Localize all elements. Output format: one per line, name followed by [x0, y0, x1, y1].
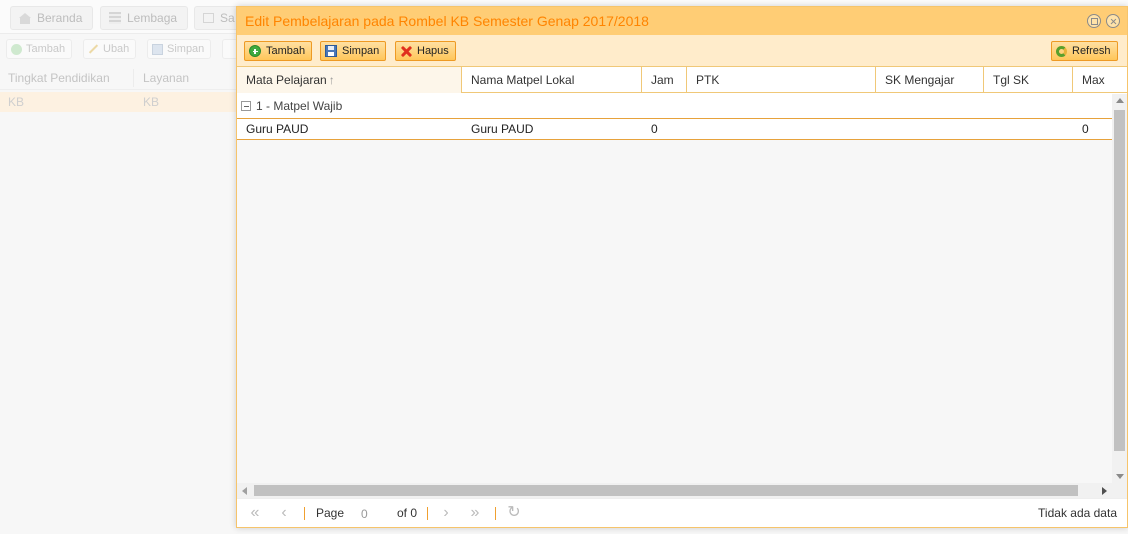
add-button[interactable]: Tambah [244, 41, 313, 61]
building-icon [109, 12, 121, 24]
column-divider [133, 69, 134, 87]
horizontal-scrollbar[interactable] [237, 483, 1112, 498]
pager-divider [495, 507, 496, 520]
button-label: Hapus [417, 45, 449, 57]
vertical-scroll-thumb[interactable] [1114, 110, 1125, 451]
dialog-toolbar: Tambah Simpan Hapus Refresh [237, 35, 1127, 67]
sort-ascending-icon: ↑ [328, 73, 335, 87]
last-page-icon[interactable]: » [465, 504, 485, 522]
cell-nama-matpel-lokal: Guru PAUD [471, 122, 534, 136]
dialog-header: Edit Pembelajaran pada Rombel KB Semeste… [237, 7, 1127, 35]
button-label: Simpan [167, 43, 205, 55]
first-page-icon[interactable]: « [245, 504, 265, 522]
cell-mata-pelajaran: Guru PAUD [246, 122, 309, 136]
maximize-icon[interactable] [1087, 14, 1101, 28]
monitor-icon [203, 13, 214, 23]
column-tingkat-pendidikan: Tingkat Pendidikan [8, 71, 110, 85]
collapse-icon[interactable] [241, 101, 251, 111]
scroll-down-icon[interactable] [1116, 474, 1124, 479]
background-edit-button: Ubah [83, 39, 137, 59]
background-table-row: KB KB [0, 92, 236, 112]
column-mata-pelajaran[interactable]: Mata Pelajaran ↑ [237, 67, 462, 93]
button-label: Simpan [342, 45, 380, 57]
cell-max: 0 [1082, 122, 1089, 136]
grid-header: Mata Pelajaran ↑ Nama Matpel Lokal Jam PT… [237, 67, 1127, 93]
tab-label: Sa [220, 11, 235, 25]
grid-body: 1 - Matpel Wajib Guru PAUD Guru PAUD 0 0 [237, 94, 1112, 483]
edit-pembelajaran-dialog: Edit Pembelajaran pada Rombel KB Semeste… [236, 6, 1128, 528]
save-icon [325, 45, 337, 57]
button-label: Tambah [26, 43, 66, 55]
column-tgl-sk[interactable]: Tgl SK [984, 67, 1073, 93]
background-grid-header: Tingkat Pendidikan Layanan [0, 66, 236, 90]
scroll-left-icon[interactable] [242, 487, 247, 495]
scroll-right-icon[interactable] [1102, 487, 1107, 495]
group-label: 1 - Matpel Wajib [256, 98, 343, 113]
next-page-icon[interactable]: › [436, 504, 456, 522]
column-max[interactable]: Max [1073, 67, 1127, 93]
column-ptk[interactable]: PTK [687, 67, 876, 93]
delete-icon [400, 45, 412, 57]
column-label: Mata Pelajaran [246, 73, 327, 87]
home-icon [19, 12, 31, 24]
cell-tgl-sk [984, 119, 1073, 139]
tab-lembaga: Lembaga [100, 6, 189, 30]
add-icon [11, 43, 22, 55]
cell-ptk [687, 119, 876, 139]
column-sk-mengajar[interactable]: SK Mengajar [876, 67, 984, 93]
previous-page-icon[interactable]: ‹ [274, 504, 294, 522]
reload-icon[interactable]: ↻ [504, 504, 524, 522]
cell-tingkat: KB [8, 95, 25, 109]
background-save-button: Simpan [147, 39, 212, 59]
tab-label: Beranda [37, 11, 83, 25]
dialog-title: Edit Pembelajaran pada Rombel KB Semeste… [245, 13, 649, 29]
tab-label: Lembaga [127, 11, 178, 25]
save-button[interactable]: Simpan [320, 41, 387, 61]
button-label: Refresh [1072, 45, 1111, 57]
cell-jam: 0 [651, 122, 658, 136]
scrollbar-corner [1112, 483, 1127, 498]
table-row[interactable]: Guru PAUD Guru PAUD 0 0 [237, 119, 1112, 140]
close-icon[interactable] [1106, 14, 1120, 28]
group-header-row[interactable]: 1 - Matpel Wajib [237, 94, 1112, 119]
add-icon [249, 45, 261, 57]
refresh-icon [1056, 45, 1067, 57]
pager-divider [304, 507, 305, 520]
background-add-button: Tambah [6, 39, 73, 59]
column-nama-matpel-lokal[interactable]: Nama Matpel Lokal [462, 67, 642, 93]
scroll-up-icon[interactable] [1116, 98, 1124, 103]
button-label: Ubah [103, 43, 130, 55]
page-count-label: of 0 [397, 506, 418, 520]
paging-toolbar: « ‹ Page of 0 › » ↻ Tidak ada data [237, 498, 1127, 527]
pencil-icon [88, 44, 99, 54]
tab-beranda: Beranda [10, 6, 94, 30]
cell-sk-mengajar [876, 119, 984, 139]
horizontal-scroll-thumb[interactable] [254, 485, 1078, 496]
cell-layanan: KB [143, 95, 160, 109]
column-layanan: Layanan [143, 71, 190, 85]
page-label: Page [316, 506, 345, 520]
vertical-scrollbar[interactable] [1112, 94, 1127, 483]
save-icon [152, 43, 163, 55]
delete-button[interactable]: Hapus [395, 41, 456, 61]
refresh-button[interactable]: Refresh [1051, 41, 1118, 61]
pager-divider [427, 507, 428, 520]
button-label: Tambah [266, 45, 306, 57]
pager-status: Tidak ada data [1038, 506, 1117, 520]
column-jam[interactable]: Jam [642, 67, 687, 93]
page-number-input[interactable] [359, 505, 385, 523]
